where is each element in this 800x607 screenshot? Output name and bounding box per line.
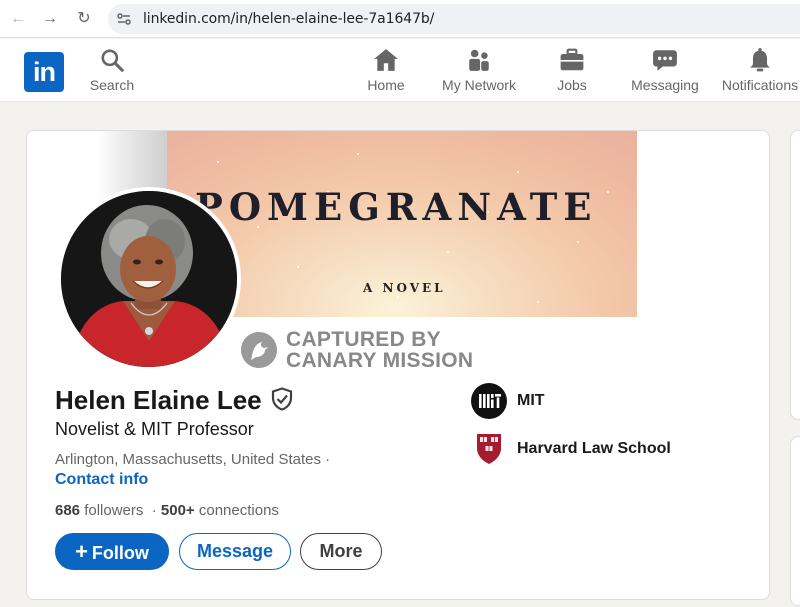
- nav-home[interactable]: Home: [360, 47, 412, 97]
- bell-icon: [750, 48, 770, 72]
- plus-icon: +: [75, 539, 88, 564]
- more-button[interactable]: More: [300, 533, 382, 570]
- right-rail-card: [790, 130, 800, 420]
- banner-book-subtitle: A NOVEL: [363, 281, 446, 295]
- message-button[interactable]: Message: [179, 533, 291, 570]
- banner-book-title: POMEGRANATE: [195, 185, 598, 229]
- watermark-line-2: CANARY MISSION: [286, 349, 474, 372]
- url-text: linkedin.com/in/helen-elaine-lee-7a1647b…: [143, 11, 435, 27]
- nav-my-network[interactable]: My Network: [436, 47, 522, 97]
- followers-link[interactable]: 686 followers: [55, 502, 143, 519]
- forward-arrow-icon[interactable]: →: [40, 9, 60, 29]
- org-name-mit: MIT: [517, 392, 545, 409]
- follow-button-label: Follow: [91, 543, 149, 563]
- canary-bird-icon: [241, 332, 277, 368]
- connections-label: connections: [198, 502, 279, 519]
- nav-my-network-label: My Network: [442, 77, 516, 93]
- nav-notifications-label: Notifications: [721, 77, 799, 93]
- profile-location: Arlington, Massachusetts, United States …: [55, 451, 331, 468]
- right-rail-card: [790, 436, 800, 606]
- home-icon: [374, 49, 398, 71]
- profile-name: Helen Elaine Lee: [55, 385, 262, 415]
- nav-search[interactable]: Search: [86, 47, 138, 97]
- chat-icon: [653, 50, 677, 71]
- search-icon: [101, 49, 124, 72]
- org-name-harvard-law-school: Harvard Law School: [517, 440, 671, 457]
- profile-stats: 686 followers · 500+ connections: [55, 502, 279, 519]
- nav-jobs-label: Jobs: [557, 77, 587, 93]
- briefcase-icon: [560, 48, 584, 71]
- mit-logo: [471, 383, 507, 419]
- site-settings-icon[interactable]: [116, 11, 132, 27]
- connections-link[interactable]: 500+ connections: [157, 502, 279, 519]
- nav-messaging[interactable]: Messaging: [626, 47, 704, 97]
- follow-button[interactable]: + Follow: [55, 533, 169, 570]
- nav-messaging-label: Messaging: [631, 77, 699, 93]
- profile-photo-illustration: [61, 191, 237, 367]
- followers-label: followers: [84, 502, 144, 519]
- back-arrow-icon[interactable]: ←: [8, 9, 28, 29]
- address-bar[interactable]: linkedin.com/in/helen-elaine-lee-7a1647b…: [108, 4, 800, 34]
- profile-headline: Novelist & MIT Professor: [55, 419, 254, 439]
- linkedin-global-nav: in Search Home My Network Jobs Messaging…: [0, 39, 800, 102]
- reload-icon[interactable]: ↻: [74, 9, 94, 29]
- linkedin-logo[interactable]: in: [24, 52, 64, 92]
- contact-info-link[interactable]: Contact info: [55, 471, 148, 489]
- profile-top-card: POMEGRANATE A NOVEL CAPTURED BY CANARY M…: [26, 130, 770, 600]
- nav-jobs[interactable]: Jobs: [548, 47, 596, 97]
- connections-count: 500+: [160, 502, 195, 519]
- followers-count: 686: [55, 502, 81, 519]
- nav-notifications[interactable]: Notifications: [714, 47, 800, 97]
- nav-home-label: Home: [367, 77, 405, 93]
- browser-toolbar: ← → ↻ linkedin.com/in/helen-elaine-lee-7…: [0, 0, 800, 38]
- nav-search-label: Search: [89, 77, 135, 93]
- network-icon: [469, 49, 489, 71]
- harvard-shield-logo: [477, 434, 501, 464]
- profile-photo[interactable]: [57, 187, 241, 371]
- verified-shield-icon[interactable]: [271, 387, 293, 411]
